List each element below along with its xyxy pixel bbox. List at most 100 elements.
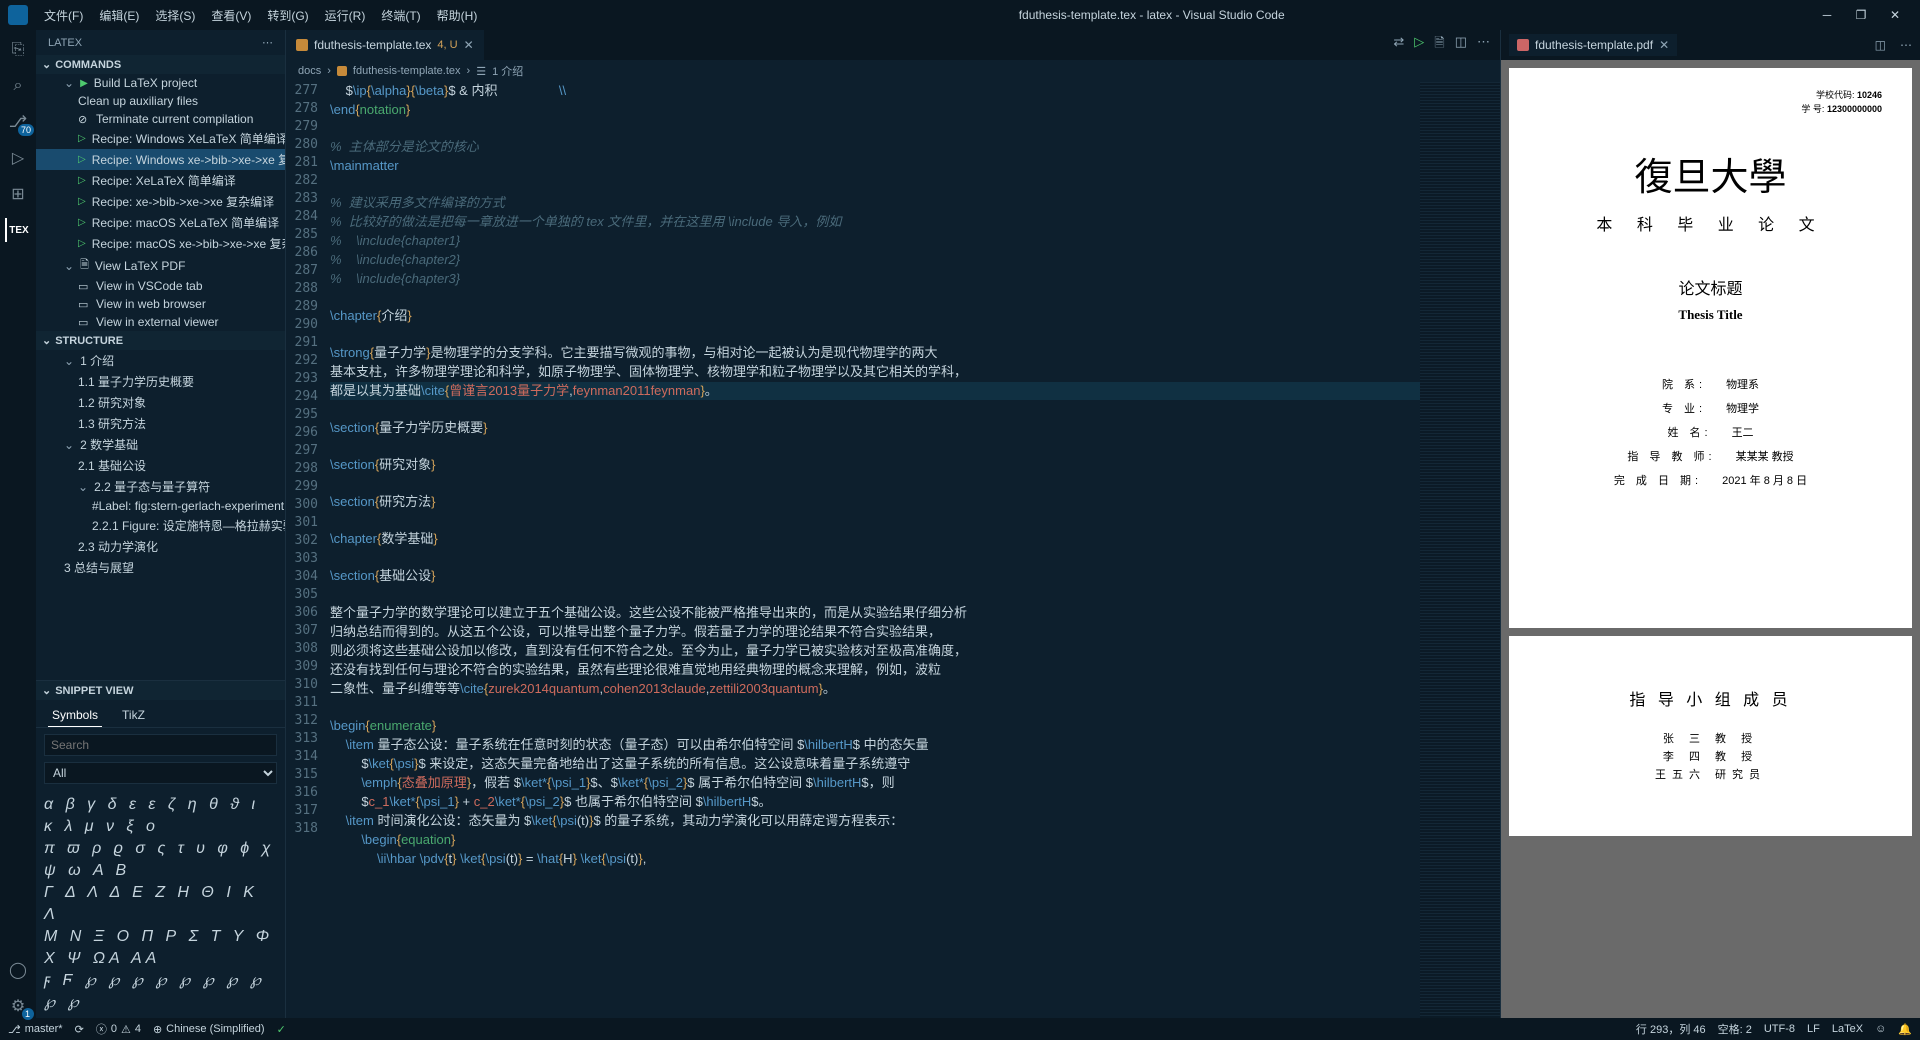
- cmd-view-browser[interactable]: ▭View in web browser: [36, 295, 285, 313]
- pdf-page-1: 学校代码: 10246 学 号: 12300000000 復旦大學 本 科 毕 …: [1509, 68, 1912, 628]
- editor-tab-active[interactable]: fduthesis-template.tex 4, U ✕: [286, 30, 485, 60]
- symbol-grid[interactable]: α β γ δ ε ε ζ η θ ϑ ι κ λ μ ν ξ οπ ϖ ρ ϱ…: [36, 790, 285, 1018]
- abc-icon: ☰: [476, 65, 486, 78]
- struct-2-1[interactable]: 2.1 基础公设: [36, 455, 285, 476]
- cmd-view-tab[interactable]: ▭View in VSCode tab: [36, 277, 285, 295]
- struct-2-2-1[interactable]: 2.2.1 Figure: 设定施特恩—格拉赫实验仪器...: [36, 515, 285, 536]
- view-pdf-icon[interactable]: 🗎: [1434, 34, 1444, 56]
- title-bar: 文件(F) 编辑(E) 选择(S) 查看(V) 转到(G) 运行(R) 终端(T…: [0, 0, 1920, 30]
- sb-branch[interactable]: ⎇ master*: [8, 1023, 63, 1036]
- more-actions-icon[interactable]: ⋯: [1900, 38, 1912, 52]
- menu-view[interactable]: 查看(V): [203, 3, 259, 28]
- sb-language-status[interactable]: ⊕ Chinese (Simplified): [153, 1023, 265, 1036]
- menu-terminal[interactable]: 终端(T): [373, 3, 428, 28]
- minimize-button[interactable]: ─: [1818, 8, 1836, 22]
- sidebar-more-icon[interactable]: ⋯: [262, 36, 273, 49]
- cmd-recipe3[interactable]: ▷Recipe: XeLaTeX 简单编译: [36, 170, 285, 191]
- chevron-down-icon: ⌄: [42, 684, 51, 697]
- run-build-icon[interactable]: ▷: [1414, 34, 1424, 56]
- play-icon: ▷: [78, 196, 86, 207]
- status-bar: ⎇ master* ⟳ ⓧ 0 ⚠ 4 ⊕ Chinese (Simplifie…: [0, 1018, 1920, 1040]
- cmd-viewpdf[interactable]: ⌄🗎View LaTeX PDF: [36, 254, 285, 277]
- struct-1-3[interactable]: 1.3 研究方法: [36, 413, 285, 434]
- code-editor[interactable]: 277 278 279 280 281 282 283 284 285 286 …: [286, 82, 1500, 1018]
- breadcrumb[interactable]: docs› fduthesis-template.tex› ☰ 1 介绍: [286, 60, 1500, 82]
- snippet-tab-tikz[interactable]: TikZ: [118, 704, 149, 727]
- editor-tab-bar: fduthesis-template.tex 4, U ✕ ⇄ ▷ 🗎 ◫ ⋯: [286, 30, 1500, 60]
- maximize-button[interactable]: ❐: [1852, 8, 1870, 22]
- pdf-file-icon: [1517, 39, 1529, 51]
- section-commands[interactable]: ⌄ COMMANDS: [36, 55, 285, 74]
- sb-cursor[interactable]: 行 293，列 46: [1636, 1021, 1706, 1037]
- pdf-page-2: 指 导 小 组 成 员 张 三 教 授 李 四 教 授 王五六 研究员: [1509, 636, 1912, 836]
- tex-file-icon: [337, 66, 347, 76]
- struct-1-2[interactable]: 1.2 研究对象: [36, 392, 285, 413]
- menu-select[interactable]: 选择(S): [147, 3, 203, 28]
- snippet-category-select[interactable]: All: [44, 762, 277, 784]
- struct-2[interactable]: ⌄2 数学基础: [36, 434, 285, 455]
- cmd-terminate[interactable]: ⊘Terminate current compilation: [36, 110, 285, 128]
- pdf-viewport[interactable]: 学校代码: 10246 学 号: 12300000000 復旦大學 本 科 毕 …: [1501, 60, 1920, 1018]
- section-snippet[interactable]: ⌄ SNIPPET VIEW: [36, 681, 285, 700]
- sidebar: LATEX ⋯ ⌄ COMMANDS ⌄▶Build LaTeX project…: [36, 30, 286, 1018]
- chevron-down-icon: ⌄: [64, 259, 74, 273]
- window-title: fduthesis-template.tex - latex - Visual …: [485, 8, 1818, 22]
- compare-changes-icon[interactable]: ⇄: [1393, 34, 1404, 56]
- snippet-search-input[interactable]: [44, 734, 277, 756]
- cmd-recipe1[interactable]: ▷Recipe: Windows XeLaTeX 简单编译: [36, 128, 285, 149]
- split-editor-icon[interactable]: ◫: [1455, 34, 1467, 56]
- sb-problems[interactable]: ⓧ 0 ⚠ 4: [96, 1021, 141, 1037]
- debug-icon[interactable]: ▷: [6, 146, 30, 170]
- menu-goto[interactable]: 转到(G): [259, 3, 316, 28]
- sb-eol[interactable]: LF: [1807, 1023, 1820, 1035]
- account-icon[interactable]: ◯: [6, 958, 30, 982]
- split-editor-icon[interactable]: ◫: [1875, 38, 1886, 52]
- sb-mode[interactable]: LaTeX: [1832, 1023, 1863, 1035]
- section-structure[interactable]: ⌄ STRUCTURE: [36, 331, 285, 350]
- menu-file[interactable]: 文件(F): [36, 3, 91, 28]
- struct-2-2[interactable]: ⌄2.2 量子态与量子算符: [36, 476, 285, 497]
- cmd-recipe4[interactable]: ▷Recipe: xe->bib->xe->xe 复杂编译: [36, 191, 285, 212]
- sb-feedback-icon[interactable]: ☺: [1875, 1023, 1886, 1035]
- cmd-recipe2[interactable]: ▷Recipe: Windows xe->bib->xe->xe 复杂...: [36, 149, 285, 170]
- tab-modified-indicator: 4, U: [437, 39, 457, 51]
- menu-edit[interactable]: 编辑(E): [91, 3, 147, 28]
- menu-help[interactable]: 帮助(H): [429, 3, 486, 28]
- menu-run[interactable]: 运行(R): [317, 3, 374, 28]
- pdf-tab[interactable]: fduthesis-template.pdf ✕: [1509, 34, 1677, 56]
- editor-area: fduthesis-template.tex 4, U ✕ ⇄ ▷ 🗎 ◫ ⋯ …: [286, 30, 1500, 1018]
- sb-latex-check-icon[interactable]: ✓: [277, 1023, 286, 1036]
- snippet-tab-symbols[interactable]: Symbols: [48, 704, 102, 727]
- more-actions-icon[interactable]: ⋯: [1477, 34, 1490, 56]
- sb-sync[interactable]: ⟳: [75, 1023, 84, 1036]
- struct-1[interactable]: ⌄1 介绍: [36, 350, 285, 371]
- pdf-icon: 🗎: [80, 256, 89, 275]
- tab-close-icon[interactable]: ✕: [464, 38, 474, 52]
- vscode-logo-icon: [8, 5, 28, 25]
- settings-gear-icon[interactable]: ⚙1: [6, 994, 30, 1018]
- cmd-view-external[interactable]: ▭View in external viewer: [36, 313, 285, 331]
- struct-2-3[interactable]: 2.3 动力学演化: [36, 536, 285, 557]
- sb-notifications-icon[interactable]: 🔔: [1898, 1023, 1912, 1036]
- minimap[interactable]: [1420, 82, 1500, 1018]
- play-icon: ▷: [78, 133, 86, 144]
- sb-encoding[interactable]: UTF-8: [1764, 1023, 1795, 1035]
- explorer-icon[interactable]: ⎘: [6, 38, 30, 62]
- scm-icon[interactable]: ⎇70: [6, 110, 30, 134]
- struct-2-2-label[interactable]: #Label: fig:stern-gerlach-experiment: [36, 497, 285, 515]
- extensions-icon[interactable]: ⊞: [6, 182, 30, 206]
- close-button[interactable]: ✕: [1886, 8, 1904, 22]
- sb-spaces[interactable]: 空格: 2: [1718, 1021, 1752, 1037]
- chevron-down-icon: ⌄: [42, 334, 51, 347]
- search-icon[interactable]: ⌕: [6, 74, 30, 98]
- tab-close-icon[interactable]: ✕: [1659, 38, 1669, 52]
- latex-workshop-icon[interactable]: TEX: [5, 218, 29, 242]
- sidebar-title: LATEX ⋯: [36, 30, 285, 55]
- struct-3[interactable]: 3 总结与展望: [36, 557, 285, 578]
- struct-1-1[interactable]: 1.1 量子力学历史概要: [36, 371, 285, 392]
- cmd-cleanup[interactable]: Clean up auxiliary files: [36, 92, 285, 110]
- cmd-build[interactable]: ⌄▶Build LaTeX project: [36, 74, 285, 92]
- pdf-preview-panel: fduthesis-template.pdf ✕ ◫ ⋯ 学校代码: 10246…: [1500, 30, 1920, 1018]
- cmd-recipe5[interactable]: ▷Recipe: macOS XeLaTeX 简单编译: [36, 212, 285, 233]
- cmd-recipe6[interactable]: ▷Recipe: macOS xe->bib->xe->xe 复杂编译: [36, 233, 285, 254]
